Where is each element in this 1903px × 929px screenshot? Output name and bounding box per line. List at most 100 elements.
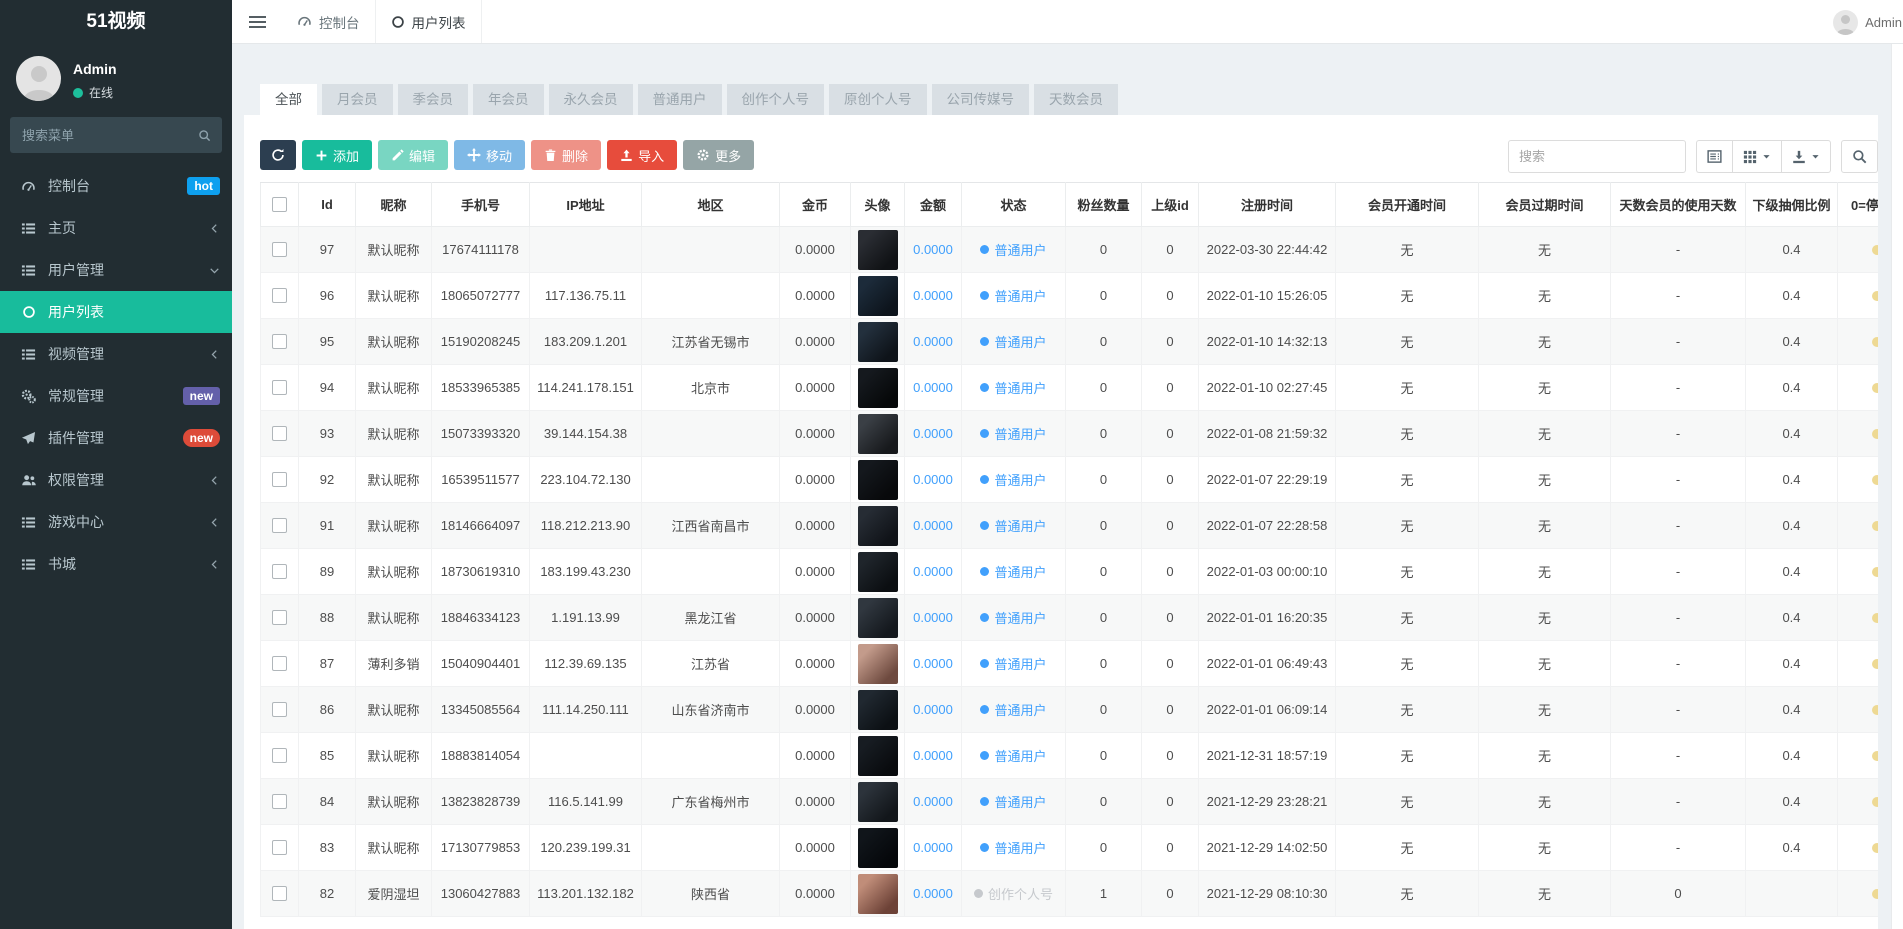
row-checkbox[interactable]	[272, 380, 287, 395]
row-checkbox[interactable]	[272, 426, 287, 441]
column-header-头像[interactable]: 头像	[851, 183, 905, 227]
filter-tab-原创个人号[interactable]: 原创个人号	[829, 84, 927, 115]
sidebar-item-常规管理[interactable]: 常规管理new	[0, 375, 232, 417]
search-button[interactable]	[1841, 140, 1878, 173]
column-header-金币[interactable]: 金币	[780, 183, 851, 227]
column-header-手机号[interactable]: 手机号	[432, 183, 530, 227]
edit-button[interactable]: 编辑	[378, 140, 448, 170]
column-header-上级id[interactable]: 上级id	[1142, 183, 1199, 227]
row-checkbox[interactable]	[272, 242, 287, 257]
enabled-toggle[interactable]	[1872, 797, 1878, 807]
amount-link[interactable]: 0.0000	[913, 748, 953, 763]
row-checkbox[interactable]	[272, 288, 287, 303]
row-checkbox[interactable]	[272, 518, 287, 533]
hamburger-icon[interactable]	[232, 0, 282, 43]
sidebar-item-主页[interactable]: 主页	[0, 207, 232, 249]
enabled-toggle[interactable]	[1872, 613, 1878, 623]
column-header-下级抽佣比例[interactable]: 下级抽佣比例	[1746, 183, 1838, 227]
row-checkbox[interactable]	[272, 472, 287, 487]
column-header-金额[interactable]: 金额	[905, 183, 962, 227]
row-checkbox[interactable]	[272, 334, 287, 349]
row-checkbox[interactable]	[272, 886, 287, 901]
amount-link[interactable]: 0.0000	[913, 426, 953, 441]
enabled-toggle[interactable]	[1872, 291, 1878, 301]
enabled-toggle[interactable]	[1872, 245, 1878, 255]
amount-link[interactable]: 0.0000	[913, 334, 953, 349]
table-search-input[interactable]	[1508, 140, 1686, 173]
row-checkbox[interactable]	[272, 564, 287, 579]
column-header-昵称[interactable]: 昵称	[356, 183, 432, 227]
scrollbar[interactable]	[1891, 44, 1903, 929]
filter-tab-年会员[interactable]: 年会员	[473, 84, 544, 115]
sidebar-item-控制台[interactable]: 控制台hot	[0, 165, 232, 207]
column-header-天数会员的使用天数[interactable]: 天数会员的使用天数	[1611, 183, 1746, 227]
enabled-toggle[interactable]	[1872, 889, 1878, 899]
row-checkbox[interactable]	[272, 610, 287, 625]
detail-view-button[interactable]	[1696, 140, 1732, 173]
amount-link[interactable]: 0.0000	[913, 610, 953, 625]
amount-link[interactable]: 0.0000	[913, 564, 953, 579]
column-header-粉丝数量[interactable]: 粉丝数量	[1066, 183, 1142, 227]
amount-link[interactable]: 0.0000	[913, 656, 953, 671]
row-checkbox[interactable]	[272, 702, 287, 717]
enabled-toggle[interactable]	[1872, 521, 1878, 531]
amount-link[interactable]: 0.0000	[913, 840, 953, 855]
column-header-IP地址[interactable]: IP地址	[530, 183, 642, 227]
column-header-会员开通时间[interactable]: 会员开通时间	[1336, 183, 1479, 227]
amount-link[interactable]: 0.0000	[913, 702, 953, 717]
sidebar-search[interactable]	[10, 117, 222, 153]
filter-tab-全部[interactable]: 全部	[260, 84, 317, 115]
sidebar-item-权限管理[interactable]: 权限管理	[0, 459, 232, 501]
amount-link[interactable]: 0.0000	[913, 288, 953, 303]
move-button[interactable]: 移动	[454, 140, 525, 170]
sidebar-search-input[interactable]	[22, 128, 198, 143]
filter-tab-普通用户[interactable]: 普通用户	[638, 84, 722, 115]
row-checkbox[interactable]	[272, 794, 287, 809]
navbar-user[interactable]: Admin	[1833, 0, 1903, 44]
filter-tab-季会员[interactable]: 季会员	[398, 84, 469, 115]
refresh-button[interactable]	[260, 140, 296, 170]
sidebar-item-插件管理[interactable]: 插件管理new	[0, 417, 232, 459]
column-header-checkbox[interactable]	[261, 183, 299, 227]
enabled-toggle[interactable]	[1872, 475, 1878, 485]
enabled-toggle[interactable]	[1872, 383, 1878, 393]
nav-tab-控制台[interactable]: 控制台	[282, 0, 375, 43]
export-button[interactable]	[1781, 140, 1831, 173]
enabled-toggle[interactable]	[1872, 337, 1878, 347]
filter-tab-月会员[interactable]: 月会员	[322, 84, 393, 115]
columns-button[interactable]	[1732, 140, 1781, 173]
filter-tab-创作个人号[interactable]: 创作个人号	[727, 84, 825, 115]
enabled-toggle[interactable]	[1872, 429, 1878, 439]
column-header-Id[interactable]: Id	[299, 183, 356, 227]
enabled-toggle[interactable]	[1872, 659, 1878, 669]
row-checkbox[interactable]	[272, 748, 287, 763]
nav-tab-用户列表[interactable]: 用户列表	[375, 0, 482, 43]
row-checkbox[interactable]	[272, 840, 287, 855]
amount-link[interactable]: 0.0000	[913, 472, 953, 487]
import-button[interactable]: 导入	[607, 140, 677, 170]
filter-tab-公司传媒号[interactable]: 公司传媒号	[932, 84, 1030, 115]
column-header-注册时间[interactable]: 注册时间	[1199, 183, 1336, 227]
enabled-toggle[interactable]	[1872, 567, 1878, 577]
delete-button[interactable]: 删除	[531, 140, 601, 170]
enabled-toggle[interactable]	[1872, 843, 1878, 853]
sidebar-item-用户列表[interactable]: 用户列表	[0, 291, 232, 333]
sidebar-item-用户管理[interactable]: 用户管理	[0, 249, 232, 291]
filter-tab-天数会员[interactable]: 天数会员	[1034, 84, 1118, 115]
sidebar-item-书城[interactable]: 书城	[0, 543, 232, 585]
row-checkbox[interactable]	[272, 656, 287, 671]
enabled-toggle[interactable]	[1872, 751, 1878, 761]
sidebar-item-视频管理[interactable]: 视频管理	[0, 333, 232, 375]
column-header-0=停用[interactable]: 0=停用	[1838, 183, 1879, 227]
amount-link[interactable]: 0.0000	[913, 518, 953, 533]
sidebar-item-游戏中心[interactable]: 游戏中心	[0, 501, 232, 543]
amount-link[interactable]: 0.0000	[913, 242, 953, 257]
column-header-会员过期时间[interactable]: 会员过期时间	[1479, 183, 1611, 227]
add-button[interactable]: 添加	[302, 140, 372, 170]
enabled-toggle[interactable]	[1872, 705, 1878, 715]
amount-link[interactable]: 0.0000	[913, 886, 953, 901]
column-header-地区[interactable]: 地区	[642, 183, 780, 227]
select-all-checkbox[interactable]	[272, 197, 287, 212]
amount-link[interactable]: 0.0000	[913, 380, 953, 395]
filter-tab-永久会员[interactable]: 永久会员	[549, 84, 633, 115]
